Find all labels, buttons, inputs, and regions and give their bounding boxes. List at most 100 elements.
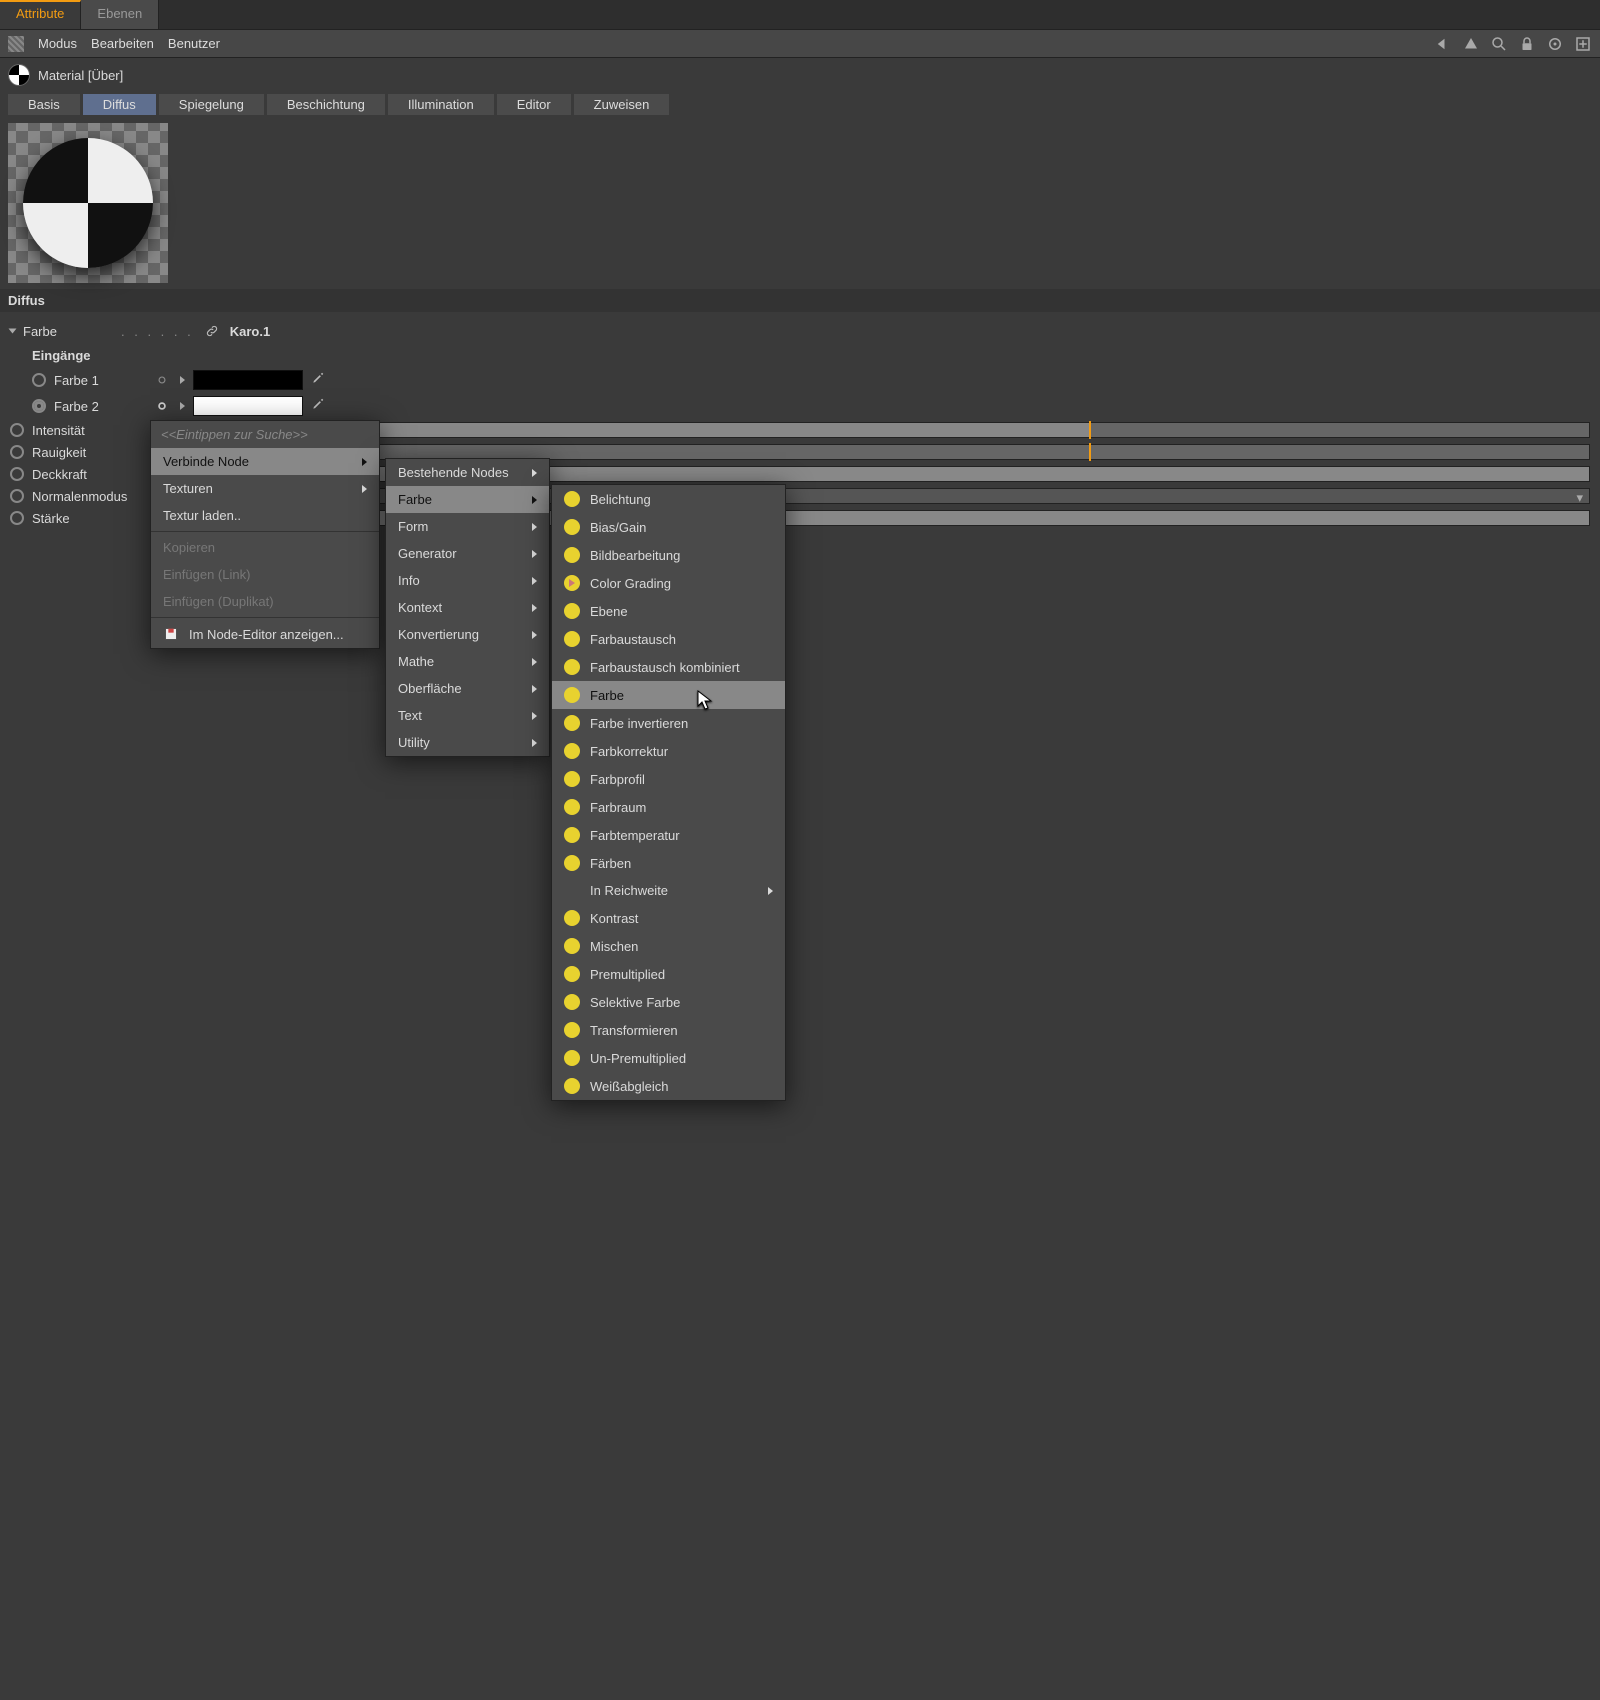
- picker-farbe1[interactable]: [311, 371, 329, 389]
- node-dot-icon: [564, 1050, 580, 1066]
- node-dot-icon: [564, 1078, 580, 1094]
- swatch-farbe1[interactable]: [193, 370, 303, 390]
- ctx2-info[interactable]: Info: [386, 567, 549, 594]
- ctx3-un-premultiplied[interactable]: Un-Premultiplied: [552, 1044, 785, 1072]
- preview-ball: [23, 138, 153, 268]
- ctx3-biasgain[interactable]: Bias/Gain: [552, 513, 785, 541]
- node-dot-icon: [564, 743, 580, 759]
- material-preview[interactable]: [8, 123, 168, 283]
- ctx3-colorgrading[interactable]: Color Grading: [552, 569, 785, 597]
- ctx3-weissabgleich[interactable]: Weißabgleich: [552, 1072, 785, 1100]
- ctx3-ebene[interactable]: Ebene: [552, 597, 785, 625]
- ctx3-kontrast[interactable]: Kontrast: [552, 904, 785, 932]
- link-icon[interactable]: [202, 321, 222, 341]
- ctx3-farbkorrektur[interactable]: Farbkorrektur: [552, 737, 785, 765]
- port-deckkraft[interactable]: [10, 467, 24, 481]
- section-head: Diffus: [0, 289, 1600, 312]
- chevron-right-icon: [532, 712, 537, 720]
- shtab-basis[interactable]: Basis: [8, 94, 80, 115]
- ctx-texturen[interactable]: Texturen: [151, 475, 379, 502]
- ctx2-kontext[interactable]: Kontext: [386, 594, 549, 621]
- node-dot-icon: [564, 994, 580, 1010]
- node-dot-icon: [564, 659, 580, 675]
- ctx3-farbprofil[interactable]: Farbprofil: [552, 765, 785, 793]
- ctx2-utility[interactable]: Utility: [386, 729, 549, 756]
- link-farbe2[interactable]: [152, 396, 172, 416]
- swatch-farbe2[interactable]: [193, 396, 303, 416]
- ctx2-bestehende-nodes[interactable]: Bestehende Nodes: [386, 459, 549, 486]
- ctx2-generator[interactable]: Generator: [386, 540, 549, 567]
- shtab-illumination[interactable]: Illumination: [388, 94, 494, 115]
- shtab-diffus[interactable]: Diffus: [83, 94, 156, 115]
- menu-benutzer[interactable]: Benutzer: [168, 36, 220, 51]
- port-intensitaet[interactable]: [10, 423, 24, 437]
- chevron-right-icon: [532, 604, 537, 612]
- menu-modus[interactable]: Modus: [38, 36, 77, 51]
- nav-up-icon[interactable]: [1462, 35, 1480, 53]
- chevron-right-icon: [532, 739, 537, 747]
- chevron-right-icon: [532, 550, 537, 558]
- expand-icon[interactable]: [1574, 35, 1592, 53]
- lock-icon[interactable]: [1518, 35, 1536, 53]
- shtab-beschichtung[interactable]: Beschichtung: [267, 94, 385, 115]
- ctx3-in-reichweite[interactable]: In Reichweite: [552, 877, 785, 904]
- search-icon[interactable]: [1490, 35, 1508, 53]
- port-farbe1[interactable]: [32, 373, 46, 387]
- tab-ebenen[interactable]: Ebenen: [81, 0, 159, 29]
- link-farbe1[interactable]: [152, 370, 172, 390]
- ctx3-mischen[interactable]: Mischen: [552, 932, 785, 960]
- node-dot-icon: [564, 687, 580, 703]
- ctx3-farbtemperatur[interactable]: Farbtemperatur: [552, 821, 785, 849]
- disclose-farbe[interactable]: [9, 329, 17, 334]
- ctx3-farbe-invertieren[interactable]: Farbe invertieren: [552, 709, 785, 737]
- label-farbe1: Farbe 1: [54, 373, 144, 388]
- ctx3-farbraum[interactable]: Farbraum: [552, 793, 785, 821]
- chevron-right-icon: [532, 631, 537, 639]
- material-title: Material [Über]: [38, 68, 123, 83]
- tab-attribute[interactable]: Attribute: [0, 0, 81, 29]
- expand-farbe1[interactable]: [180, 376, 185, 384]
- shtab-zuweisen[interactable]: Zuweisen: [574, 94, 670, 115]
- ctx3-bildbearbeitung[interactable]: Bildbearbeitung: [552, 541, 785, 569]
- ctx2-mathe[interactable]: Mathe: [386, 648, 549, 675]
- shtab-spiegelung[interactable]: Spiegelung: [159, 94, 264, 115]
- port-rauigkeit[interactable]: [10, 445, 24, 459]
- port-staerke[interactable]: [10, 511, 24, 525]
- nav-back-icon[interactable]: [1434, 35, 1452, 53]
- ctx3-selektive-farbe[interactable]: Selektive Farbe: [552, 988, 785, 1016]
- ctx2-form[interactable]: Form: [386, 513, 549, 540]
- ctx-node-editor[interactable]: Im Node-Editor anzeigen...: [151, 620, 379, 648]
- port-farbe2[interactable]: [32, 399, 46, 413]
- picker-farbe2[interactable]: [311, 397, 329, 415]
- ctx2-farbe[interactable]: Farbe: [386, 486, 549, 513]
- menu-bearbeiten[interactable]: Bearbeiten: [91, 36, 154, 51]
- ctx-search[interactable]: <<Eintippen zur Suche>>: [151, 421, 379, 448]
- ctx3-premultiplied[interactable]: Premultiplied: [552, 960, 785, 988]
- ctx3-transformieren[interactable]: Transformieren: [552, 1016, 785, 1044]
- chevron-right-icon: [532, 496, 537, 504]
- ctx-textur-laden[interactable]: Textur laden..: [151, 502, 379, 529]
- gear-icon[interactable]: [1546, 35, 1564, 53]
- ctx3-farbaustausch[interactable]: Farbaustausch: [552, 625, 785, 653]
- node-dot-icon: [564, 547, 580, 563]
- ctx2-konvertierung[interactable]: Konvertierung: [386, 621, 549, 648]
- port-normalenmodus[interactable]: [10, 489, 24, 503]
- grid-icon[interactable]: [8, 36, 24, 52]
- node-dot-icon: [564, 771, 580, 787]
- label-farbe: Farbe: [23, 324, 113, 339]
- node-dot-icon: [564, 966, 580, 982]
- disk-icon: [163, 626, 179, 642]
- ctx3-faerben[interactable]: Färben: [552, 849, 785, 877]
- ctx2-text[interactable]: Text: [386, 702, 549, 729]
- node-dot-icon: [564, 519, 580, 535]
- ctx2-oberflaeche[interactable]: Oberfläche: [386, 675, 549, 702]
- expand-farbe2[interactable]: [180, 402, 185, 410]
- ctx-verbinde-node[interactable]: Verbinde Node: [151, 448, 379, 475]
- shtab-editor[interactable]: Editor: [497, 94, 571, 115]
- ctx3-farbe[interactable]: Farbe: [552, 681, 785, 709]
- ctx3-belichtung[interactable]: Belichtung: [552, 485, 785, 513]
- separator: [151, 617, 379, 618]
- node-dot-icon: [564, 827, 580, 843]
- label-rauigkeit: Rauigkeit: [32, 445, 152, 460]
- ctx3-farbaustausch-kombiniert[interactable]: Farbaustausch kombiniert: [552, 653, 785, 681]
